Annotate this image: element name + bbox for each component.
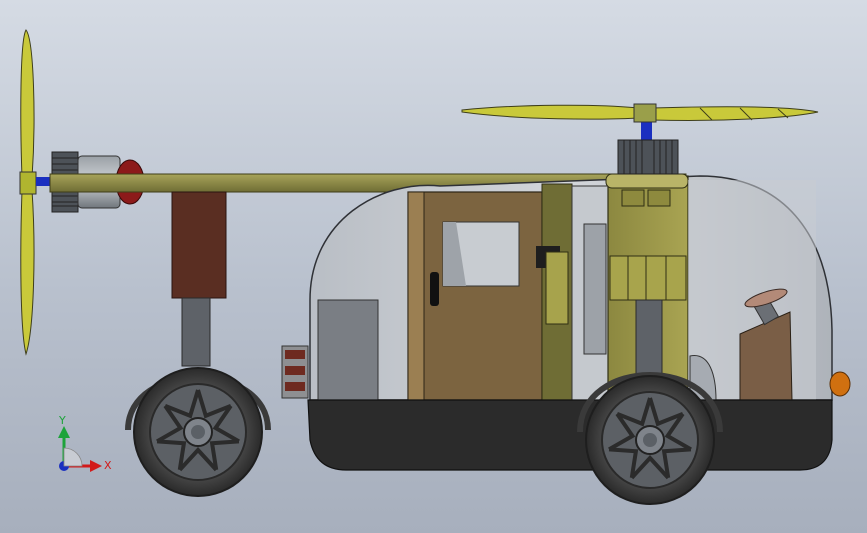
axis-x-arrow — [90, 460, 102, 472]
mast-bracket-right — [647, 189, 671, 207]
rear-light-stack — [281, 345, 309, 399]
door-edge — [407, 191, 425, 401]
door-handle — [430, 272, 439, 306]
cabin-olive-panel — [545, 251, 569, 325]
rotor-hub — [633, 103, 657, 123]
mast-bracket-left — [621, 189, 645, 207]
mast-cap — [605, 173, 689, 189]
tail-propeller-hub — [19, 171, 37, 195]
lower-hull — [307, 399, 833, 471]
main-rotor — [461, 103, 819, 175]
mast-battery — [609, 255, 687, 301]
axis-y-label: Y — [58, 414, 66, 427]
vehicle-body — [281, 173, 851, 471]
axis-arc — [63, 447, 83, 467]
axis-triad: Y X — [58, 414, 112, 472]
rotor-blade-left — [461, 104, 639, 120]
rear-wheel — [133, 367, 263, 497]
axis-y-arrow — [58, 426, 70, 438]
rotor-gear — [617, 139, 679, 175]
rear-gear-column — [171, 191, 227, 299]
tail-propeller-blade-lower — [20, 189, 35, 356]
cabin-grey-strip — [583, 223, 607, 355]
mast-column — [635, 299, 663, 377]
tail-propeller — [19, 29, 52, 356]
rear-gear-strut — [181, 297, 211, 367]
cad-viewport[interactable]: Y X — [0, 0, 867, 533]
rear-window-panel — [317, 299, 379, 401]
rotor-blade-right — [651, 106, 819, 122]
front-indicator-light — [829, 371, 851, 397]
tail-propeller-blade-upper — [20, 29, 35, 179]
axis-x-label: X — [104, 459, 112, 472]
